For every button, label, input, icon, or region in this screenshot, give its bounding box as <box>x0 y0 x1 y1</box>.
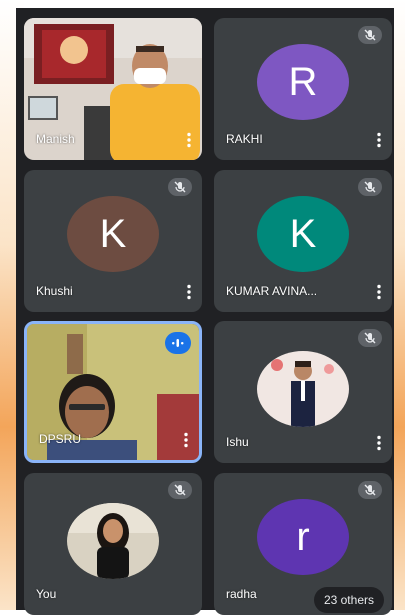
participant-name: radha <box>226 587 257 601</box>
avatar-initial: R <box>288 59 318 104</box>
mic-off-icon <box>358 481 382 499</box>
participant-tile-you[interactable]: You <box>24 473 202 615</box>
participant-name: You <box>36 587 57 601</box>
avatar-initial: r <box>296 514 310 559</box>
participant-name: Manish <box>36 132 75 146</box>
more-vert-icon[interactable] <box>376 435 382 451</box>
participant-tile-radha[interactable]: r radha 23 others <box>214 473 392 615</box>
participant-name: Ishu <box>226 435 249 449</box>
avatar-initial: K <box>99 211 127 256</box>
mic-off-icon <box>358 26 382 44</box>
participant-grid: Manish R RAKHI K Khushi K KUMAR AVINA...… <box>16 8 394 615</box>
more-vert-icon[interactable] <box>186 132 192 148</box>
participant-tile-rakhi[interactable]: R RAKHI <box>214 18 392 160</box>
audio-level-icon <box>165 332 191 354</box>
profile-photo <box>67 503 159 579</box>
participant-name: DPSRU <box>39 432 82 446</box>
avatar: K <box>257 196 349 272</box>
more-vert-icon[interactable] <box>183 432 189 448</box>
profile-photo <box>257 351 349 427</box>
avatar: R <box>257 44 349 120</box>
mic-off-icon <box>168 481 192 499</box>
more-vert-icon[interactable] <box>186 284 192 300</box>
mic-off-icon <box>358 329 382 347</box>
participant-name: RAKHI <box>226 132 263 146</box>
participant-tile-khushi[interactable]: K Khushi <box>24 170 202 312</box>
others-count-chip[interactable]: 23 others <box>313 587 384 613</box>
participant-name: KUMAR AVINA... <box>226 284 318 298</box>
participant-tile-dpsru[interactable]: DPSRU <box>24 321 202 463</box>
mic-off-icon <box>168 178 192 196</box>
participant-tile-ishu[interactable]: Ishu <box>214 321 392 463</box>
participant-tile-kumar[interactable]: K KUMAR AVINA... <box>214 170 392 312</box>
avatar: K <box>67 196 159 272</box>
avatar-initial: K <box>289 211 317 256</box>
participant-name: Khushi <box>36 284 73 298</box>
mic-off-icon <box>358 178 382 196</box>
more-vert-icon[interactable] <box>376 132 382 148</box>
participant-tile-manish[interactable]: Manish <box>24 18 202 160</box>
more-vert-icon[interactable] <box>376 284 382 300</box>
avatar: r <box>257 499 349 575</box>
